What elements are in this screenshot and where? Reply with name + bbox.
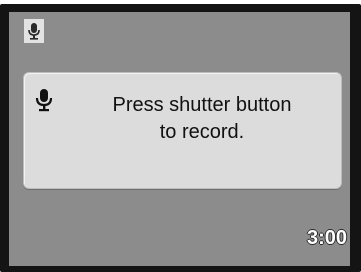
- microphone-icon: [24, 19, 44, 43]
- record-prompt-dialog: Press shutter button to record.: [23, 72, 342, 189]
- instruction-line-1: Press shutter button: [112, 94, 292, 116]
- remaining-time: 3:00: [306, 227, 347, 249]
- microphone-icon: [35, 88, 53, 112]
- instruction-line-2: to record.: [159, 121, 245, 143]
- record-instruction: Press shutter button to record.: [68, 92, 336, 146]
